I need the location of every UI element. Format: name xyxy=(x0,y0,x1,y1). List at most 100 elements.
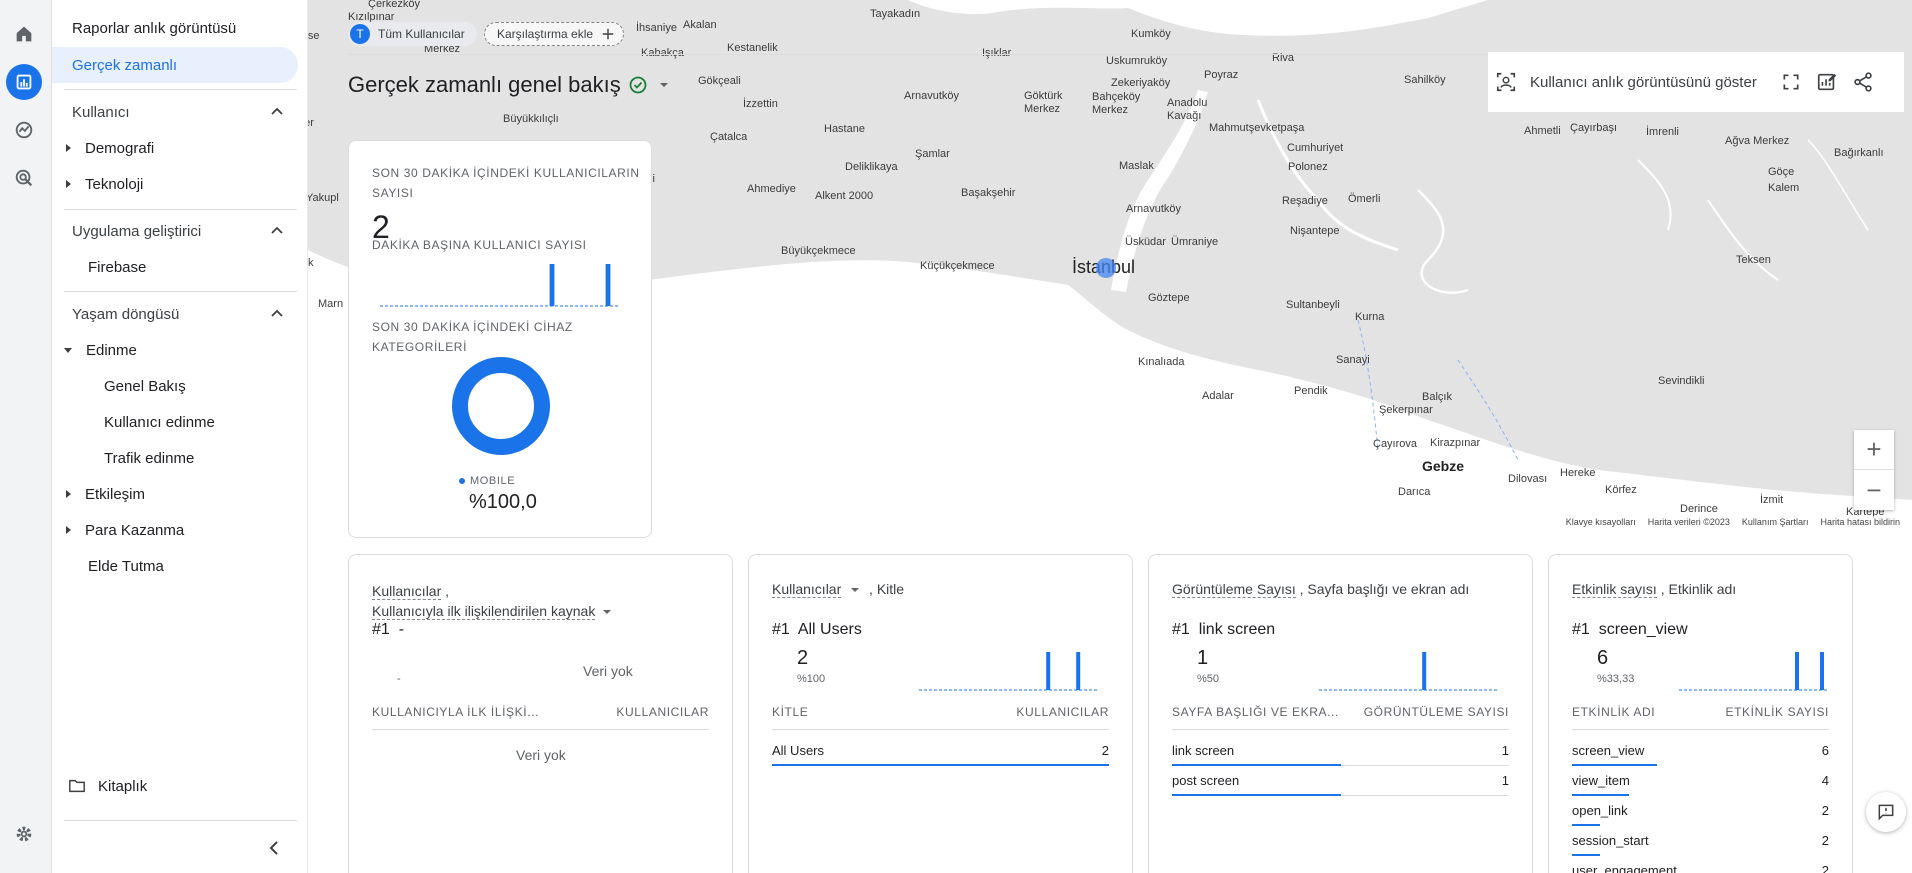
top-item-sparkline[interactable] xyxy=(1319,649,1499,691)
column-header[interactable]: GÖRÜNTÜLEME SAYISI xyxy=(1364,705,1509,719)
column-header[interactable]: KULLANICIYLA İLK İLİŞKİ... xyxy=(372,705,539,719)
fullscreen-icon[interactable] xyxy=(1779,70,1803,94)
top-item-value: 2 xyxy=(797,647,809,669)
sparkline-bar[interactable] xyxy=(605,264,611,306)
realtime-summary-card: SON 30 DAKİKA İÇİNDEKİ KULLANICILARIN SA… xyxy=(348,140,652,538)
active-user-marker[interactable] xyxy=(1096,258,1116,278)
sparkline-bar[interactable] xyxy=(549,264,555,306)
metric-selector[interactable]: Görüntüleme Sayısı xyxy=(1172,581,1296,598)
gear-icon[interactable] xyxy=(6,816,42,852)
column-header[interactable]: ETKİNLİK SAYISI xyxy=(1726,705,1829,719)
map-label: Kirazpınar xyxy=(1430,437,1481,449)
nav-monetization[interactable]: Para Kazanma xyxy=(52,512,184,548)
sparkline-bar[interactable] xyxy=(1795,652,1799,690)
caret-down-icon[interactable] xyxy=(849,586,861,594)
column-header[interactable]: KULLANICILAR xyxy=(616,705,709,719)
terms-link[interactable]: Kullanım Şartları xyxy=(1742,517,1809,527)
nav-traffic-acquisition[interactable]: Trafik edinme xyxy=(52,440,194,476)
table-row-label[interactable]: user_engagement xyxy=(1572,863,1677,873)
zoom-in-button[interactable]: + xyxy=(1854,430,1894,470)
map-label: Teksen xyxy=(1736,254,1771,266)
column-header[interactable]: ETKİNLİK ADI xyxy=(1572,705,1655,719)
table-row-label[interactable]: screen_view xyxy=(1572,743,1644,758)
audience-chip[interactable]: T Tüm Kullanıcılar xyxy=(348,22,477,46)
header-divider xyxy=(348,54,1488,55)
caret-down-icon[interactable] xyxy=(601,608,613,616)
user-snapshot-button[interactable]: Kullanıcı anlık görüntüsünü göster xyxy=(1530,74,1757,91)
user-snapshot-icon[interactable] xyxy=(1494,70,1518,94)
collapse-sidebar-button[interactable] xyxy=(262,836,286,860)
nav-retention[interactable]: Elde Tutma xyxy=(52,548,164,584)
customize-report-icon[interactable] xyxy=(1815,70,1839,94)
nav-label: Gerçek zamanlı xyxy=(72,56,178,74)
metric-selector[interactable]: Etkinlik sayısı xyxy=(1572,581,1657,598)
device-donut-chart[interactable] xyxy=(451,356,551,456)
home-icon[interactable] xyxy=(6,16,42,52)
map-label: Alkent 2000 xyxy=(815,190,874,202)
nav-technology[interactable]: Teknoloji xyxy=(52,166,143,202)
donut-slice-mobile[interactable] xyxy=(452,357,550,455)
map-label: Ahmetli xyxy=(1524,125,1561,137)
nav-acquisition[interactable]: Edinme xyxy=(52,332,137,368)
column-header[interactable]: SAYFA BAŞLIĞI VE EKRA... xyxy=(1172,705,1339,719)
map-label: Yakupl xyxy=(308,192,339,204)
sparkline-bar[interactable] xyxy=(1422,652,1427,690)
section-app-developer[interactable]: Uygulama geliştirici xyxy=(52,213,297,249)
chevron-left-icon xyxy=(269,841,278,855)
map-label: Deliklikaya xyxy=(845,161,898,173)
table-row-label[interactable]: open_link xyxy=(1572,803,1628,818)
map-label: Sultanbeyli xyxy=(1286,299,1340,311)
table-row-label[interactable]: session_start xyxy=(1572,833,1649,848)
table-divider xyxy=(1572,729,1829,730)
users-per-minute-chart[interactable] xyxy=(380,261,620,307)
check-circle-icon[interactable] xyxy=(628,75,648,95)
explore-icon[interactable] xyxy=(6,112,42,148)
add-comparison-chip[interactable]: Karşılaştırma ekle xyxy=(484,22,625,46)
top-item-sparkline[interactable] xyxy=(919,649,1099,691)
share-icon[interactable] xyxy=(1851,70,1875,94)
section-label: Kullanıcı xyxy=(72,103,130,121)
map-label: Marn xyxy=(318,298,344,310)
table-row-label[interactable]: link screen xyxy=(1172,743,1234,758)
section-user[interactable]: Kullanıcı xyxy=(52,94,297,130)
top-item-sparkline[interactable] xyxy=(1679,649,1829,691)
nav-library[interactable]: Kitaplık xyxy=(52,768,147,804)
dimension-selector[interactable]: , Kitle xyxy=(869,581,904,597)
sparkline-bar[interactable] xyxy=(1820,652,1824,690)
metric-selector[interactable]: Kullanıcılar xyxy=(772,581,842,598)
sparkline-bar[interactable] xyxy=(1046,652,1051,690)
dimension-selector[interactable]: , Etkinlik adı xyxy=(1661,581,1736,597)
metric-selector[interactable]: Kullanıcılar xyxy=(372,583,442,600)
nav-user-acquisition[interactable]: Kullanıcı edinme xyxy=(52,404,215,440)
advertising-icon[interactable] xyxy=(6,160,42,196)
feedback-button[interactable] xyxy=(1866,792,1906,832)
map-label: Göktürk Merkez xyxy=(1024,90,1068,116)
caret-down-icon[interactable] xyxy=(657,80,671,90)
map-label: Zekeriyaköy xyxy=(1111,77,1171,89)
reports-icon[interactable] xyxy=(6,64,42,100)
map-label: Nişantepe xyxy=(1290,225,1340,237)
column-header[interactable]: KULLANICILAR xyxy=(1016,705,1109,719)
nav-firebase[interactable]: Firebase xyxy=(52,249,146,285)
nav-reports-snapshot[interactable]: Raporlar anlık görüntüsü xyxy=(52,10,236,46)
column-header[interactable]: KİTLE xyxy=(772,705,808,719)
zoom-out-button[interactable]: − xyxy=(1854,470,1894,510)
nav-demographics[interactable]: Demografi xyxy=(52,130,154,166)
nav-realtime[interactable]: Gerçek zamanlı xyxy=(52,47,298,83)
legend-dot xyxy=(459,478,465,484)
dimension-selector[interactable]: Kullanıcıyla ilk ilişkilendirilen kaynak xyxy=(372,603,596,620)
report-map-error-link[interactable]: Harita hatası bildirin xyxy=(1820,517,1900,527)
map-label: İzmit xyxy=(1760,494,1784,506)
map-label: Uskumruköy xyxy=(1106,55,1168,67)
section-lifecycle[interactable]: Yaşam döngüsü xyxy=(52,296,297,332)
sparkline-bar[interactable] xyxy=(1076,652,1081,690)
table-row-label[interactable]: post screen xyxy=(1172,773,1239,788)
keyboard-shortcuts-link[interactable]: Klavye kısayolları xyxy=(1566,517,1636,527)
nav-engagement[interactable]: Etkileşim xyxy=(52,476,145,512)
table-row-label[interactable]: All Users xyxy=(772,743,824,758)
table-divider xyxy=(772,729,1109,730)
table-row-label[interactable]: view_item xyxy=(1572,773,1630,788)
nav-acquisition-overview[interactable]: Genel Bakış xyxy=(52,368,186,404)
map-label: Ümraniye xyxy=(1171,236,1219,248)
dimension-selector[interactable]: , Sayfa başlığı ve ekran adı xyxy=(1300,581,1470,597)
